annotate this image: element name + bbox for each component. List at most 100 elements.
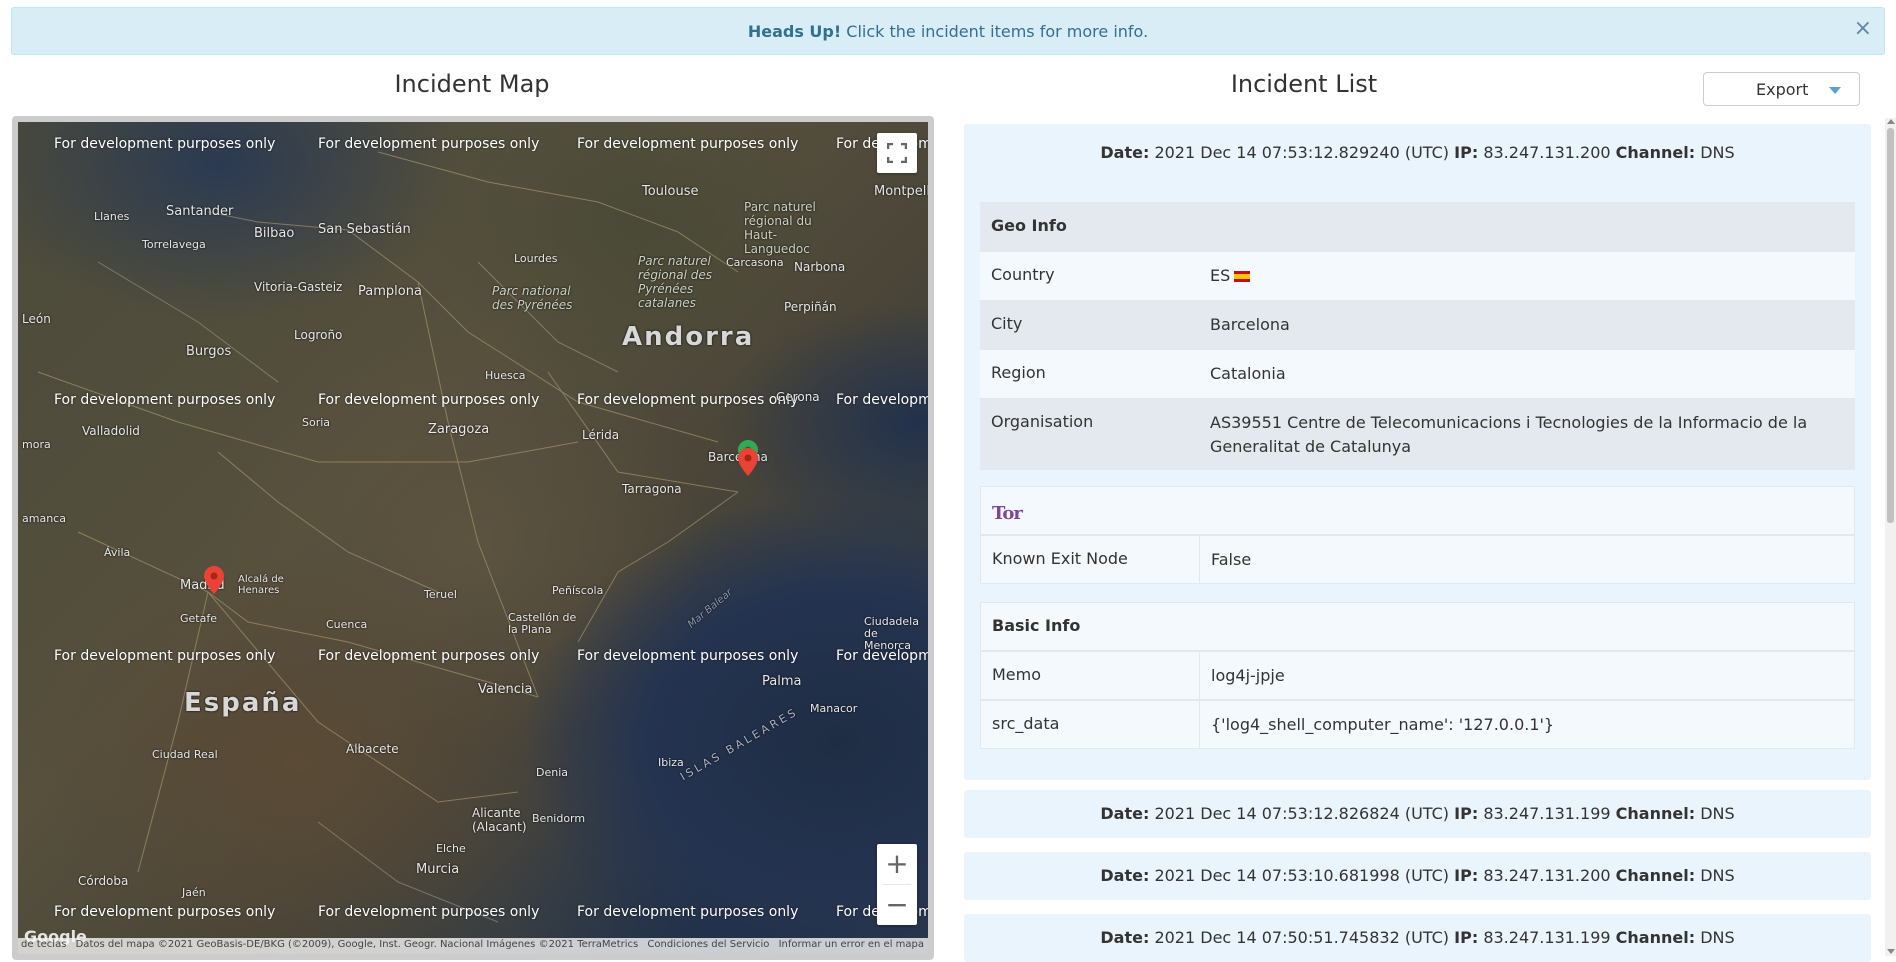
map-marker-red-icon[interactable] (204, 566, 224, 594)
incident-map[interactable]: For development purposes only For develo… (18, 122, 928, 954)
map-label-city: mora (22, 438, 51, 451)
map-attribution: Combinaciones de teclas Datos del mapa ©… (18, 938, 928, 954)
close-icon[interactable]: × (1854, 18, 1872, 40)
map-label-city: Peñíscola (552, 584, 604, 597)
incident-channel: DNS (1700, 804, 1735, 823)
zoom-out-button[interactable]: − (877, 885, 917, 925)
incident-date: 2021 Dec 14 07:53:12.829240 (UTC) (1154, 143, 1450, 162)
map-label-city: Cuenca (326, 618, 368, 631)
dev-watermark: For development purposes only (54, 136, 276, 152)
map-label-city: Lourdes (514, 252, 558, 265)
map-label-city: Alcalá de Henares (238, 574, 284, 596)
incident-date: 2021 Dec 14 07:50:51.745832 (UTC) (1154, 928, 1450, 947)
map-label-city: Huesca (485, 369, 526, 382)
ip-label: IP: (1454, 866, 1479, 885)
map-label-city: Perpiñán (784, 300, 837, 314)
map-label-city: Zaragoza (428, 422, 490, 437)
incident-item[interactable]: Date: 2021 Dec 14 07:50:51.745832 (UTC) … (964, 914, 1871, 962)
map-label-city: Toulouse (642, 184, 699, 199)
map-label-city: Pamplona (358, 284, 422, 299)
map-frame: For development purposes only For develo… (12, 116, 934, 960)
incident-item[interactable]: Date: 2021 Dec 14 07:53:12.826824 (UTC) … (964, 790, 1871, 838)
incident-ip: 83.247.131.200 (1483, 143, 1611, 162)
incident-item-expanded[interactable]: Date: 2021 Dec 14 07:53:12.829240 (UTC) … (964, 124, 1871, 780)
map-label-city: Lérida (582, 428, 620, 442)
city-label: City (991, 314, 1023, 333)
map-label-city: Llanes (94, 210, 130, 223)
ip-label: IP: (1454, 928, 1479, 947)
list-scrollbar[interactable] (1885, 118, 1896, 956)
country-row: Country ES (980, 251, 1855, 300)
region-row: Region Catalonia (980, 349, 1855, 398)
incident-header: Date: 2021 Dec 14 07:50:51.745832 (UTC) … (964, 928, 1871, 947)
exit-node-value: False (1211, 550, 1252, 569)
country-value: ES (1210, 264, 1845, 288)
alert-strong: Heads Up! (747, 22, 842, 41)
alert-text: Click the incident items for more info. (846, 22, 1149, 41)
dev-watermark: For development purposes only (577, 904, 799, 920)
map-label-city: Torrelavega (142, 238, 206, 251)
map-label-city: Palma (762, 674, 802, 689)
map-label-city: San Sebastián (318, 222, 411, 237)
dev-watermark: For development purposes only (318, 648, 540, 664)
exit-node-row: Known Exit Node False (980, 535, 1855, 584)
map-label-city: Valladolid (82, 424, 140, 438)
fullscreen-button[interactable] (877, 133, 917, 173)
date-label: Date: (1100, 143, 1150, 162)
dev-watermark: For development purposes only (318, 136, 540, 152)
incident-header: Date: 2021 Dec 14 07:53:12.829240 (UTC) … (964, 143, 1871, 162)
alert-message: Heads Up! Click the incident items for m… (12, 22, 1884, 41)
map-label-city: Ávila (104, 546, 131, 559)
scrollbar-thumb[interactable] (1887, 128, 1894, 523)
export-button[interactable]: Export (1703, 72, 1860, 106)
channel-label: Channel: (1615, 143, 1696, 162)
map-label-city: Elche (436, 842, 466, 855)
memo-label: Memo (992, 665, 1042, 684)
map-label-city: Logroño (294, 328, 343, 342)
column-divider (1199, 701, 1200, 748)
src-data-value: {'log4_shell_computer_name': '127.0.0.1'… (1211, 715, 1555, 734)
fullscreen-icon (887, 143, 907, 163)
incident-header: Date: 2021 Dec 14 07:53:12.826824 (UTC) … (964, 804, 1871, 823)
incident-channel: DNS (1700, 866, 1735, 885)
map-label-city: Murcia (416, 862, 460, 877)
map-label-city: León (22, 312, 51, 326)
city-row: City Barcelona (980, 300, 1855, 349)
scroll-down-icon[interactable] (1887, 949, 1895, 954)
map-label-city: Montpellier (874, 184, 928, 199)
memo-row: Memo log4j-jpje (980, 651, 1855, 700)
channel-label: Channel: (1615, 866, 1696, 885)
src-data-label: src_data (992, 714, 1060, 733)
incident-ip: 83.247.131.199 (1483, 804, 1611, 823)
map-label-city: Teruel (424, 588, 457, 601)
incident-date: 2021 Dec 14 07:53:12.826824 (UTC) (1154, 804, 1450, 823)
map-label-city: Ibiza (658, 756, 684, 769)
channel-label: Channel: (1615, 804, 1696, 823)
map-label-espana: España (184, 688, 302, 718)
column-divider (1199, 652, 1200, 699)
incident-header: Date: 2021 Dec 14 07:53:10.681998 (UTC) … (964, 866, 1871, 885)
incident-map-title: Incident Map (394, 70, 550, 98)
dev-watermark: For development purposes only (54, 392, 276, 408)
date-label: Date: (1100, 804, 1150, 823)
dev-watermark: For development purposes only (318, 904, 540, 920)
map-marker-red-icon[interactable] (738, 448, 758, 476)
map-label-city: Alicante (Alacant) (472, 806, 527, 834)
map-label-city: Jaén (182, 886, 206, 899)
report-error-link[interactable]: Informar un error en el mapa (779, 939, 924, 950)
src-data-row: src_data {'log4_shell_computer_name': '1… (980, 700, 1855, 749)
incident-list-title: Incident List (1230, 70, 1378, 98)
map-label-city: Bilbao (254, 226, 295, 241)
dev-watermark: For development purposes only (836, 392, 928, 408)
map-label-city: Vitoria-Gasteiz (254, 280, 343, 294)
incident-item[interactable]: Date: 2021 Dec 14 07:53:10.681998 (UTC) … (964, 852, 1871, 900)
organisation-row: Organisation AS39551 Centre de Telecomun… (980, 398, 1855, 470)
zoom-in-button[interactable]: + (877, 844, 917, 884)
organisation-value: AS39551 Centre de Telecomunicacions i Te… (1210, 413, 1808, 456)
dev-watermark: For development purposes only (577, 136, 799, 152)
alert-banner: Heads Up! Click the incident items for m… (11, 7, 1885, 55)
ip-label: IP: (1454, 804, 1479, 823)
keyboard-shortcuts-link[interactable]: Combinaciones de teclas (18, 939, 66, 950)
scroll-up-icon[interactable] (1887, 119, 1895, 124)
terms-link[interactable]: Condiciones del Servicio (647, 939, 769, 950)
